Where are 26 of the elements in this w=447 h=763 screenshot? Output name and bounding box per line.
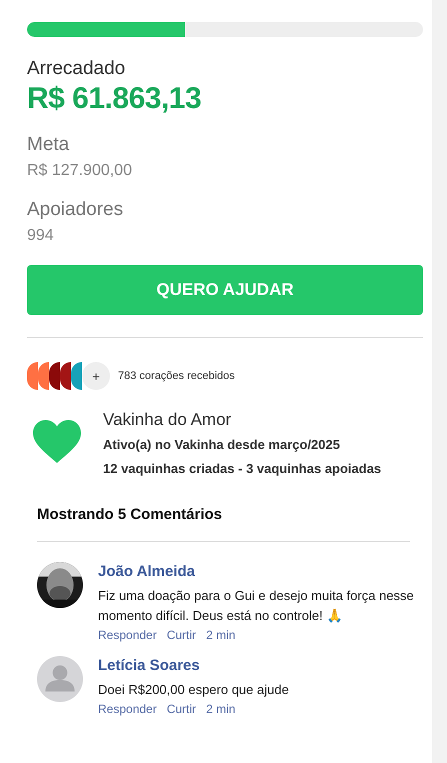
supporters-count: 994 [27, 226, 55, 246]
comment-text: Fiz uma doação para o Gui e desejo muita força nesse momento difícil. Deus está no controle! 🙏 [98, 587, 415, 625]
supporter-avatar[interactable] [49, 362, 60, 390]
comment-time: 2 min [206, 628, 236, 642]
supporters-label: Apoiadores [27, 198, 124, 222]
reply-link[interactable]: Responder [98, 628, 157, 642]
organizer-name: Vakinha do Amor [103, 409, 232, 431]
heart-icon [33, 420, 81, 464]
raised-amount: R$ 61.863,13 [27, 81, 202, 117]
raised-label: Arrecadado [27, 57, 126, 81]
hearts-count: 783 corações recebidos [118, 370, 235, 382]
comment-time: 2 min [206, 702, 236, 716]
like-link[interactable]: Curtir [166, 628, 196, 642]
comment-author[interactable]: Letícia Soares [98, 656, 289, 676]
comment-author[interactable]: João Almeida [98, 562, 423, 582]
organizer-stats: 12 vaquinhas criadas - 3 vaquinhas apoiadas [103, 460, 382, 478]
goal-label: Meta [27, 133, 70, 157]
more-supporters-button[interactable]: + [82, 362, 110, 390]
goal-amount: R$ 127.900,00 [27, 161, 133, 181]
comment-text: Doei R$200,00 espero que ajude [98, 681, 289, 699]
comments-title: Mostrando 5 Comentários [37, 506, 224, 523]
supporter-avatar[interactable] [60, 362, 71, 390]
user-avatar-icon [37, 656, 83, 702]
like-link[interactable]: Curtir [166, 702, 196, 716]
organizer-since: Ativo(a) no Vakinha desde março/2025 [103, 436, 341, 454]
reply-link[interactable]: Responder [98, 702, 157, 716]
